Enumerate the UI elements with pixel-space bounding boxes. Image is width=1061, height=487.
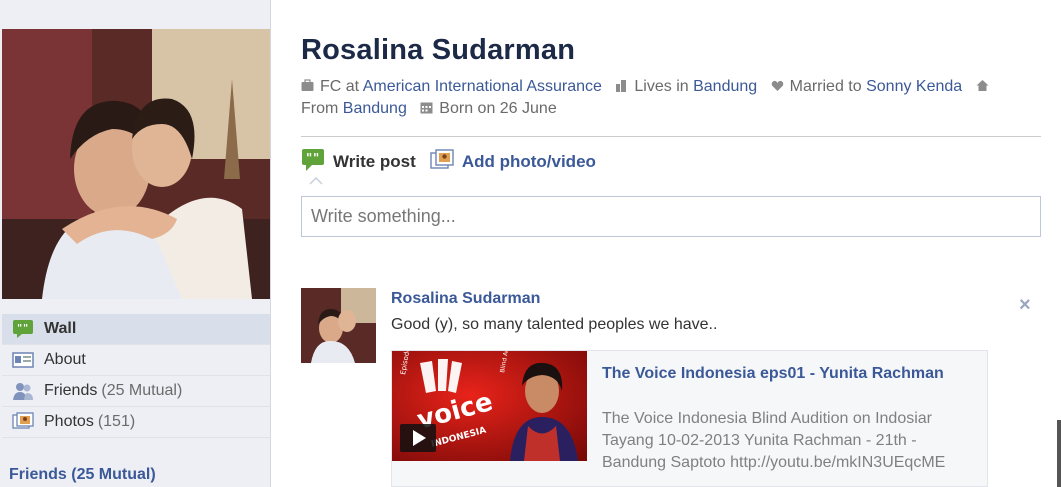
lives-place-link[interactable]: Bandung [693, 78, 757, 95]
scrollbar[interactable] [1057, 420, 1061, 487]
close-icon[interactable]: × [1019, 294, 1031, 317]
story-author-avatar[interactable] [301, 288, 376, 363]
sidebar-item-label: Wall [44, 320, 77, 337]
profile-picture[interactable] [2, 29, 270, 299]
story-message: Good (y), so many talented peoples we ha… [391, 316, 718, 333]
write-post-tab[interactable]: " " Write post [301, 148, 416, 177]
write-post-label: Write post [333, 152, 416, 171]
lives-info: Lives in Bandung [615, 78, 761, 95]
heart-icon [771, 80, 783, 91]
friends-section-header[interactable]: Friends (25 Mutual) [9, 466, 156, 484]
married-info: Married to Sonny Kenda [771, 78, 967, 95]
briefcase-icon [301, 79, 314, 91]
speech-bubble-icon: " " [301, 148, 325, 177]
story-author-name[interactable]: Rosalina Sudarman [391, 290, 540, 308]
wall-icon: " " [11, 319, 35, 339]
left-sidebar: " " Wall About Friends (25 Mutual) Photos… [0, 0, 271, 487]
work-place-link[interactable]: American International Assurance [363, 78, 602, 95]
composer-tabs: " " Write post Add photo/video [301, 147, 610, 177]
photo-icon [430, 148, 454, 176]
sidebar-item-label: About [44, 351, 86, 368]
sidebar-item-photos[interactable]: Photos (151) [2, 407, 270, 438]
sidebar-item-friends[interactable]: Friends (25 Mutual) [2, 376, 270, 407]
sidebar-item-label: Photos [44, 413, 94, 430]
status-input[interactable]: Write something... [301, 196, 1041, 237]
from-place-link[interactable]: Bandung [343, 100, 407, 117]
calendar-icon [420, 102, 433, 114]
svg-text:": " [306, 151, 312, 165]
profile-photo-image [2, 29, 270, 299]
photos-count: (151) [97, 413, 136, 430]
video-thumbnail[interactable]: Episode 1 voice INDONESIA Blind Audition [392, 351, 587, 461]
active-tab-caret-icon [309, 176, 323, 185]
home-icon [976, 80, 989, 91]
attachment-title-link[interactable]: The Voice Indonesia eps01 - Yunita Rachm… [602, 363, 977, 384]
married-name-link[interactable]: Sonny Kenda [866, 78, 962, 95]
about-icon [11, 350, 35, 370]
profile-name[interactable]: Rosalina Sudarman [301, 34, 575, 67]
home-icon-wrap [976, 78, 995, 95]
photos-icon [11, 412, 35, 432]
shared-link-attachment: Episode 1 voice INDONESIA Blind Audition… [391, 350, 988, 487]
sidebar-item-label: Friends [44, 382, 98, 399]
born-info: Born on 26 June [420, 100, 557, 117]
sidebar-item-about[interactable]: About [2, 345, 270, 376]
born-text: Born on 26 June [439, 100, 557, 117]
attachment-description: The Voice Indonesia Blind Audition on In… [602, 410, 946, 471]
svg-text:": " [313, 151, 319, 165]
svg-text:": " [23, 323, 28, 334]
city-icon [616, 80, 627, 92]
profile-nav: " " Wall About Friends (25 Mutual) Photos… [2, 314, 270, 438]
from-info: From Bandung [301, 100, 411, 117]
work-prefix: FC at [320, 78, 360, 95]
header-divider [301, 136, 1041, 137]
profile-info-line: FC at American International Assurance L… [301, 76, 1041, 120]
add-photo-video-label: Add photo/video [461, 152, 596, 171]
from-prefix: From [301, 100, 339, 117]
friends-icon [11, 381, 35, 401]
work-info: FC at American International Assurance [301, 78, 606, 95]
sidebar-item-wall[interactable]: " " Wall [2, 314, 270, 345]
married-prefix: Married to [789, 78, 862, 95]
friends-count: (25 Mutual) [101, 382, 183, 399]
add-photo-video-tab[interactable]: Add photo/video [430, 148, 596, 176]
lives-prefix: Lives in [634, 78, 689, 95]
svg-text:": " [17, 323, 22, 334]
